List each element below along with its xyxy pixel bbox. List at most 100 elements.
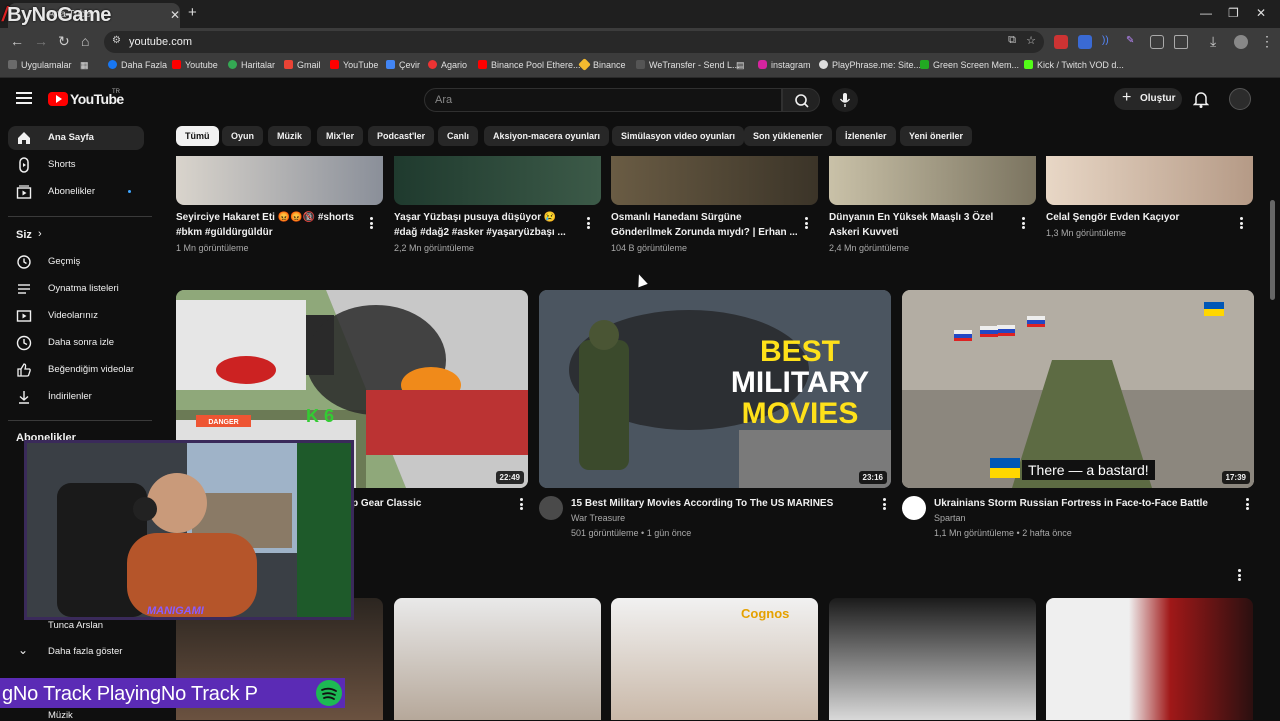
back-icon[interactable]: ← — [10, 33, 24, 49]
chip-podcasts[interactable]: Podcast'ler — [368, 126, 435, 146]
home-button-icon[interactable]: ⌂ — [81, 33, 89, 49]
video-thumbnail[interactable] — [1046, 598, 1253, 720]
minimize-icon[interactable]: — — [1200, 6, 1212, 20]
bookmark-green-screen[interactable]: Green Screen Mem... — [920, 60, 1019, 70]
video-menu-icon[interactable] — [1246, 498, 1249, 510]
bookmark-folder-icon[interactable]: ▤ — [736, 60, 745, 71]
bookmark-wetransfer[interactable]: WeTransfer - Send L... — [636, 60, 740, 70]
sidebar-item-home[interactable]: Ana Sayfa — [8, 126, 144, 150]
bookmark-youtube-2[interactable]: YouTube — [330, 60, 378, 70]
chip-all[interactable]: Tümü — [176, 126, 219, 146]
screenshot-extension-icon[interactable] — [1150, 35, 1164, 49]
sidebar-you-header[interactable]: Siz › — [8, 224, 144, 248]
sidebar-show-more[interactable]: ⌄ Daha fazla göster — [8, 640, 144, 664]
new-tab-icon[interactable]: + — [188, 4, 197, 21]
bookmark-agario[interactable]: Agario — [428, 60, 467, 70]
bookmark-kick-twitch[interactable]: Kick / Twitch VOD d... — [1024, 60, 1124, 70]
bookmark-instagram[interactable]: instagram — [758, 60, 811, 70]
sidebar-item-subscriptions[interactable]: Abonelikler — [8, 180, 144, 204]
video-menu-icon[interactable] — [883, 498, 886, 510]
download-icon[interactable]: ⤓ — [1210, 33, 1216, 50]
channel-avatar[interactable] — [902, 496, 926, 520]
video-menu-icon[interactable] — [370, 217, 373, 229]
voice-search-button[interactable] — [832, 88, 858, 112]
bookmark-translate[interactable]: Çevir — [386, 60, 420, 70]
video-thumbnail[interactable] — [394, 156, 601, 205]
bookmark-star-icon[interactable]: ☆ — [1026, 34, 1036, 47]
video-thumbnail[interactable] — [394, 598, 601, 720]
puzzle-extensions-icon[interactable] — [1174, 35, 1188, 49]
video-title[interactable]: Yaşar Yüzbaşı pusuya düşüyor 😢 #dağ #dağ… — [394, 210, 574, 240]
sidebar-item-your-videos[interactable]: Videolarınız — [8, 304, 144, 328]
chip-gaming[interactable]: Oyun — [222, 126, 264, 146]
bookmark-gmail[interactable]: Gmail — [284, 60, 321, 70]
video-thumbnail[interactable] — [829, 156, 1036, 205]
chip-watched[interactable]: İzlenenler — [836, 126, 896, 146]
chip-live[interactable]: Canlı — [438, 126, 479, 146]
video-title[interactable]: Celal Şengör Evden Kaçıyor — [1046, 210, 1226, 225]
search-input[interactable]: Ara — [424, 88, 782, 112]
bookmark-binance[interactable]: Binance — [578, 58, 626, 71]
sidebar-item-watch-later[interactable]: Daha sonra izle — [8, 331, 144, 355]
omnibox[interactable]: ⚙ youtube.com ⧉ ☆ — [104, 31, 1044, 53]
menu-icon[interactable]: ⋮ — [1260, 33, 1274, 50]
channel-name[interactable]: Spartan — [934, 513, 966, 523]
translate-extension-icon[interactable] — [1078, 35, 1092, 49]
shelf-menu-icon[interactable] — [1238, 569, 1241, 581]
sidebar-item-history[interactable]: Geçmiş — [8, 250, 144, 274]
video-thumbnail[interactable] — [176, 156, 383, 205]
chip-new-to-you[interactable]: Yeni öneriler — [900, 126, 973, 146]
bookmark-more[interactable]: Daha Fazla — [108, 60, 167, 70]
profile-icon[interactable] — [1234, 35, 1248, 49]
restore-icon[interactable]: ❐ — [1228, 6, 1239, 20]
sidebar-item-downloads[interactable]: İndirilenler — [8, 385, 144, 409]
video-title[interactable]: Osmanlı Hanedanı Sürgüne Gönderilmek Zor… — [611, 210, 801, 240]
video-menu-icon[interactable] — [520, 498, 523, 510]
bookmark-maps[interactable]: Haritalar — [228, 60, 275, 70]
sidebar-channel-label[interactable]: Tunca Arslan — [48, 620, 103, 631]
search-button[interactable] — [782, 88, 820, 112]
hamburger-menu-icon[interactable] — [16, 92, 32, 104]
bookmark-grid-icon[interactable]: ▦ — [80, 60, 89, 71]
chip-action-adventure[interactable]: Aksiyon-macera oyunları — [484, 126, 610, 146]
video-title[interactable]: Ukrainians Storm Russian Fortress in Fac… — [934, 496, 1234, 511]
reload-icon[interactable]: ↻ — [58, 33, 70, 50]
video-title[interactable]: Seyirciye Hakaret Eti 😡😡🔞 #shorts #bkm #… — [176, 210, 366, 240]
tab-close-icon[interactable]: ✕ — [170, 8, 180, 22]
video-thumbnail[interactable]: BEST MILITARY MOVIES 23:16 — [539, 290, 891, 488]
extension-icon[interactable] — [1054, 35, 1068, 49]
youtube-logo-icon[interactable] — [48, 92, 68, 106]
video-thumbnail[interactable] — [1046, 156, 1253, 205]
video-menu-icon[interactable] — [587, 217, 590, 229]
bookmark-binance-pool[interactable]: Binance Pool Ethere... — [478, 60, 581, 70]
video-title[interactable]: 15 Best Military Movies According To The… — [571, 496, 871, 511]
sidebar-item-liked-videos[interactable]: Beğendiğim videolar — [8, 358, 144, 382]
forward-icon[interactable]: → — [34, 33, 48, 49]
audio-extension-icon[interactable]: )) — [1102, 35, 1116, 49]
video-menu-icon[interactable] — [1240, 217, 1243, 229]
chip-simulation[interactable]: Simülasyon video oyunları — [612, 126, 745, 146]
video-menu-icon[interactable] — [805, 217, 808, 229]
sidebar-item-playlists[interactable]: Oynatma listeleri — [8, 277, 144, 301]
create-button[interactable]: + Oluştur — [1114, 88, 1182, 110]
video-thumbnail[interactable]: Cognos — [611, 598, 818, 720]
channel-avatar[interactable] — [539, 496, 563, 520]
video-title[interactable]: Dünyanın En Yüksek Maaşlı 3 Özel Askeri … — [829, 210, 1009, 240]
close-window-icon[interactable]: ✕ — [1256, 6, 1266, 20]
install-app-icon[interactable]: ⧉ — [1008, 34, 1016, 47]
video-title[interactable]: p Gear Classic — [352, 496, 512, 511]
account-avatar[interactable] — [1229, 88, 1251, 110]
pen-extension-icon[interactable]: ✎ — [1126, 35, 1140, 49]
sidebar-item-shorts[interactable]: Shorts — [8, 153, 144, 177]
video-thumbnail[interactable] — [611, 156, 818, 205]
video-thumbnail[interactable]: There — a bastard! 17:39 — [902, 290, 1254, 488]
sidebar-music-label[interactable]: Müzik — [48, 710, 73, 721]
chip-music[interactable]: Müzik — [268, 126, 312, 146]
notifications-bell-icon[interactable] — [1193, 91, 1209, 108]
chip-recently-uploaded[interactable]: Son yüklenenler — [744, 126, 832, 146]
video-menu-icon[interactable] — [1022, 217, 1025, 229]
chip-mixes[interactable]: Mix'ler — [317, 126, 364, 146]
channel-name[interactable]: War Treasure — [571, 513, 625, 523]
site-info-icon[interactable]: ⚙ — [112, 35, 121, 46]
video-thumbnail[interactable] — [829, 598, 1036, 720]
